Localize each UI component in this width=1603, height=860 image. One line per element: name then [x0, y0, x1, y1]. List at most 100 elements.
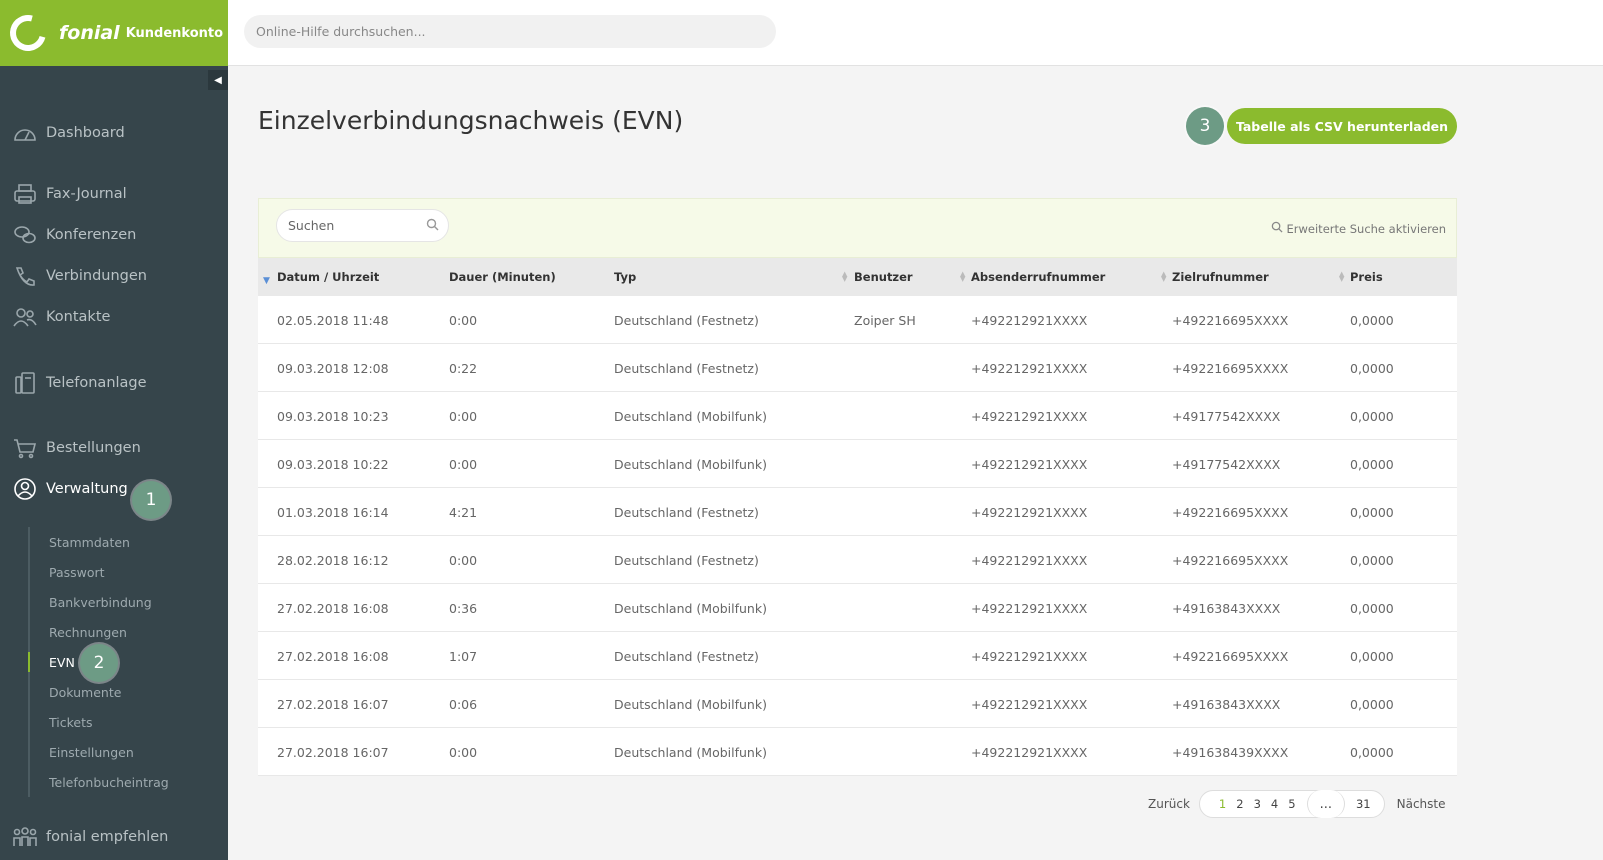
cell-typ: Deutschland (Festnetz): [614, 312, 759, 328]
csv-download-button[interactable]: Tabelle als CSV herunterladen: [1227, 108, 1457, 144]
subnav-item-dokumente[interactable]: Dokumente: [30, 677, 228, 707]
sidebar-item-label: Telefonanlage: [46, 375, 147, 391]
sidebar-item-kontakte[interactable]: Kontakte: [0, 297, 228, 337]
cell-absender: +492212921XXXX: [971, 408, 1088, 424]
contacts-icon: [12, 305, 38, 329]
sidebar-item-label: Kontakte: [46, 309, 111, 325]
sidebar-item-label: Fax-Journal: [46, 186, 127, 202]
cell-ziel: +492216695XXXX: [1172, 360, 1289, 376]
pagination-prev[interactable]: Zurück: [1148, 797, 1190, 811]
subnav-item-stammdaten[interactable]: Stammdaten: [30, 527, 228, 557]
sidebar-item-label: Verbindungen: [46, 268, 147, 284]
sidebar-item-fax-journal[interactable]: Fax-Journal: [0, 174, 228, 214]
sidebar-item-konferenzen[interactable]: Konferenzen: [0, 215, 228, 255]
subnav-item-tickets[interactable]: Tickets: [30, 707, 228, 737]
sidebar-item-dashboard[interactable]: Dashboard: [0, 113, 228, 153]
table-row[interactable]: 09.03.2018 10:23 0:00 Deutschland (Mobilfu…: [258, 392, 1457, 440]
cell-datum: 27.02.2018 16:08: [277, 600, 389, 616]
column-header-dauer[interactable]: Dauer (Minuten): [449, 258, 556, 296]
annotation-badge-2: 2: [80, 644, 118, 682]
sidebar-item-label: Dashboard: [46, 125, 125, 141]
cell-dauer: 0:00: [449, 744, 478, 760]
sidebar-item-label: Konferenzen: [46, 227, 137, 243]
search-icon: [426, 216, 439, 235]
cell-absender: +492212921XXXX: [971, 600, 1088, 616]
table-row[interactable]: 09.03.2018 10:22 0:00 Deutschland (Mobilfu…: [258, 440, 1457, 488]
brand-header[interactable]: fonial Kundenkonto: [0, 0, 228, 66]
table-search-input[interactable]: Suchen: [276, 209, 449, 242]
sidebar-item-label: Bestellungen: [46, 440, 141, 456]
sort-icon: ▲ ▼: [842, 270, 848, 283]
sort-icon: ▲ ▼: [1339, 270, 1345, 283]
sidebar-item-verbindungen[interactable]: Verbindungen: [0, 256, 228, 296]
cell-absender: +492212921XXXX: [971, 312, 1088, 328]
table-row[interactable]: 02.05.2018 11:48 0:00 Deutschland (Festnet…: [258, 296, 1457, 344]
sidebar-item-bestellungen[interactable]: Bestellungen: [0, 428, 228, 468]
subnav-item-rechnungen[interactable]: Rechnungen: [30, 617, 228, 647]
table-row[interactable]: 09.03.2018 12:08 0:22 Deutschland (Festnet…: [258, 344, 1457, 392]
table-row[interactable]: 27.02.2018 16:07 0:06 Deutschland (Mobilfu…: [258, 680, 1457, 728]
table-row[interactable]: 01.03.2018 16:14 4:21 Deutschland (Festnet…: [258, 488, 1457, 536]
sidebar-item-label: fonial empfehlen: [46, 829, 169, 845]
page-link-3[interactable]: 3: [1254, 797, 1261, 811]
cell-typ: Deutschland (Festnetz): [614, 504, 759, 520]
table-row[interactable]: 28.02.2018 16:12 0:00 Deutschland (Festnet…: [258, 536, 1457, 584]
cell-absender: +492212921XXXX: [971, 744, 1088, 760]
cell-datum: 09.03.2018 12:08: [277, 360, 389, 376]
page-link-4[interactable]: 4: [1271, 797, 1278, 811]
cell-ziel: +492216695XXXX: [1172, 552, 1289, 568]
page-ellipsis[interactable]: ...: [1306, 790, 1345, 818]
cell-dauer: 4:21: [449, 504, 478, 520]
page-link-1[interactable]: 1: [1219, 797, 1226, 811]
pagination-next[interactable]: Nächste: [1397, 797, 1446, 811]
cell-preis: 0,0000: [1350, 504, 1394, 520]
cell-dauer: 0:06: [449, 696, 478, 712]
table-row[interactable]: 27.02.2018 16:08 1:07 Deutschland (Festnet…: [258, 632, 1457, 680]
cell-typ: Deutschland (Mobilfunk): [614, 600, 767, 616]
cell-preis: 0,0000: [1350, 744, 1394, 760]
cell-datum: 27.02.2018 16:08: [277, 648, 389, 664]
page-link-5[interactable]: 5: [1288, 797, 1295, 811]
cell-benutzer: Zoiper SH: [854, 312, 916, 328]
sidebar-item-fonial-empfehlen[interactable]: fonial empfehlen: [0, 817, 228, 857]
column-header-ziel[interactable]: Zielrufnummer: [1172, 258, 1269, 296]
page-link-last[interactable]: 31: [1356, 797, 1371, 811]
cell-typ: Deutschland (Festnetz): [614, 360, 759, 376]
sidebar-item-telefonanlage[interactable]: Telefonanlage: [0, 363, 228, 403]
sidebar-item-verwaltung[interactable]: Verwaltung: [0, 469, 228, 509]
cell-preis: 0,0000: [1350, 600, 1394, 616]
cell-preis: 0,0000: [1350, 552, 1394, 568]
table-row[interactable]: 27.02.2018 16:07 0:00 Deutschland (Mobilfu…: [258, 728, 1457, 776]
subnav-item-evn[interactable]: EVN: [28, 647, 228, 677]
subnav-item-telefonbucheintrag[interactable]: Telefonbucheintrag: [30, 767, 228, 797]
cell-preis: 0,0000: [1350, 696, 1394, 712]
cell-typ: Deutschland (Mobilfunk): [614, 408, 767, 424]
cell-typ: Deutschland (Mobilfunk): [614, 456, 767, 472]
cell-preis: 0,0000: [1350, 648, 1394, 664]
subnav-item-passwort[interactable]: Passwort: [30, 557, 228, 587]
filter-bar: Suchen Erweiterte Suche aktivieren: [258, 198, 1457, 258]
evn-table: Suchen Erweiterte Suche aktivieren ▼ Dat…: [258, 198, 1457, 776]
cell-typ: Deutschland (Festnetz): [614, 552, 759, 568]
brand-subtitle: Kundenkonto: [125, 25, 224, 41]
cell-absender: +492212921XXXX: [971, 552, 1088, 568]
sidebar-collapse-button[interactable]: ◀: [208, 70, 228, 90]
column-header-absender[interactable]: Absenderrufnummer: [971, 258, 1105, 296]
pbx-icon: [12, 371, 38, 395]
help-search-input[interactable]: [244, 15, 776, 48]
table-row[interactable]: 27.02.2018 16:08 0:36 Deutschland (Mobilfu…: [258, 584, 1457, 632]
table-body: 02.05.2018 11:48 0:00 Deutschland (Festnet…: [258, 296, 1457, 776]
page-link-2[interactable]: 2: [1236, 797, 1243, 811]
brand-name: fonial: [59, 22, 120, 44]
sidebar-subnav: Stammdaten Passwort Bankverbindung Rechn…: [28, 527, 228, 797]
column-header-preis[interactable]: Preis: [1350, 258, 1383, 296]
subnav-item-einstellungen[interactable]: Einstellungen: [30, 737, 228, 767]
subnav-item-bankverbindung[interactable]: Bankverbindung: [30, 587, 228, 617]
advanced-search-link[interactable]: Erweiterte Suche aktivieren: [1271, 221, 1446, 236]
column-header-benutzer[interactable]: Benutzer: [854, 258, 913, 296]
phone-icon: [12, 264, 38, 288]
page-title: Einzelverbindungsnachweis (EVN): [258, 106, 684, 135]
column-header-datum[interactable]: Datum / Uhrzeit: [277, 258, 379, 296]
cell-dauer: 0:00: [449, 552, 478, 568]
column-header-typ[interactable]: Typ: [614, 258, 636, 296]
